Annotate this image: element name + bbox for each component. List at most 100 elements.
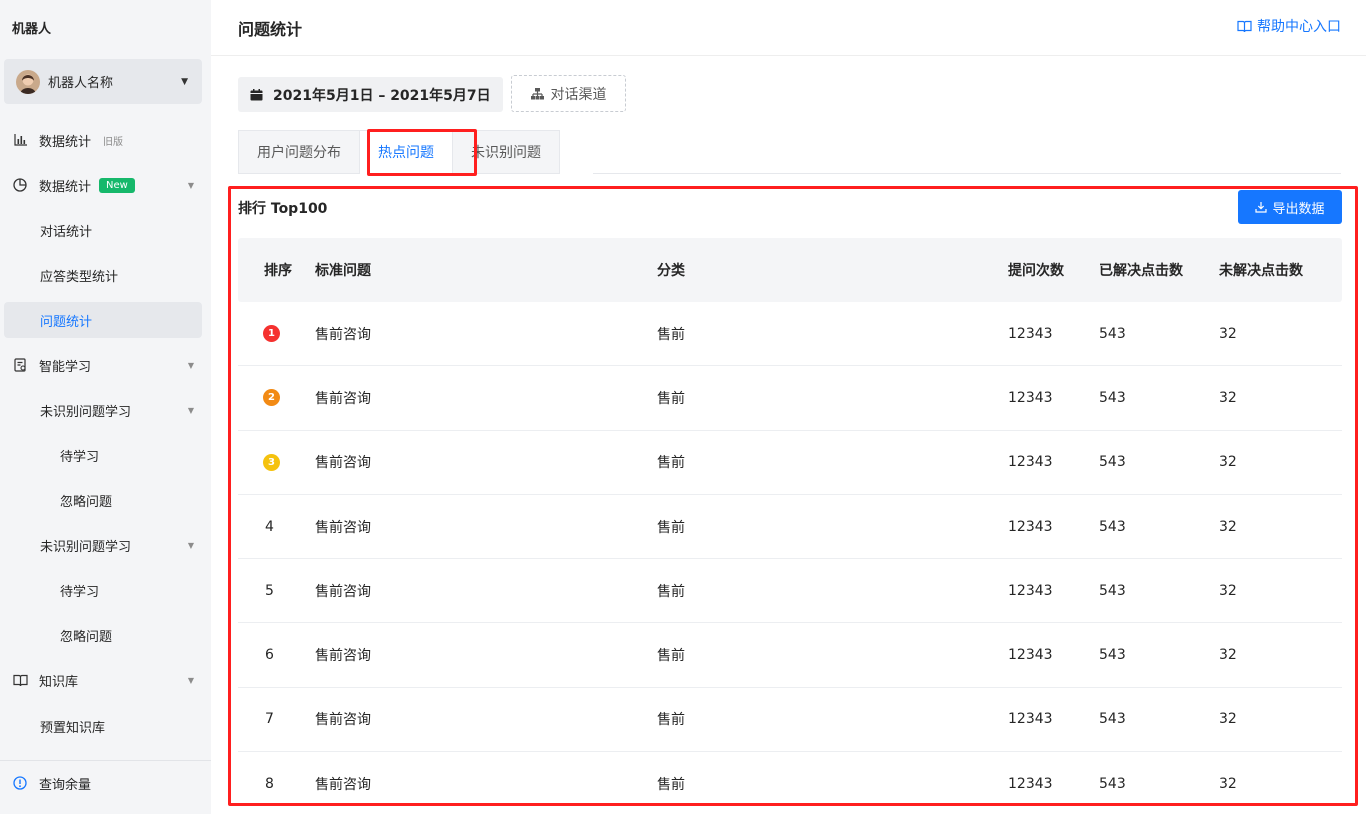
question-cell: 售前咨询 (315, 583, 371, 600)
solved-clicks-cell: 543 (1099, 325, 1126, 342)
sidebar-item-pending[interactable]: 待学习 (0, 437, 211, 473)
sidebar-item-label: 对话统计 (40, 224, 93, 240)
rank-medal-2: 2 (263, 389, 280, 407)
rank-cell: 6 (265, 647, 274, 664)
column-header-ask-count: 提问次数 (1008, 263, 1064, 279)
question-cell: 售前咨询 (315, 519, 371, 536)
export-data-button[interactable]: 导出数据 (1238, 190, 1342, 224)
rank-cell: 7 (265, 711, 274, 728)
unsolved-clicks-cell: 32 (1219, 389, 1237, 406)
table-row[interactable]: 3 售前咨询 售前 12343 543 32 (238, 431, 1342, 495)
solved-clicks-cell: 543 (1099, 711, 1126, 728)
solved-clicks-cell: 543 (1099, 582, 1126, 599)
robot-selector[interactable]: 机器人名称 ▼ (4, 59, 202, 104)
unsolved-clicks-cell: 32 (1219, 518, 1237, 535)
question-cell: 售前咨询 (315, 390, 371, 407)
solved-clicks-cell: 543 (1099, 647, 1126, 664)
unsolved-clicks-cell: 32 (1219, 776, 1237, 793)
question-cell: 售前咨询 (315, 712, 371, 729)
table-row[interactable]: 4 售前咨询 售前 12343 543 32 (238, 495, 1342, 560)
question-cell: 售前咨询 (315, 648, 371, 665)
hierarchy-icon (530, 87, 544, 100)
sidebar-item-conversation-stats[interactable]: 对话统计 (0, 212, 211, 248)
sidebar-item-label: 未识别问题学习 (40, 539, 132, 555)
ask-count-cell: 12343 (1008, 389, 1053, 406)
sidebar-item-stats-new[interactable]: 数据统计 New ▼ (0, 167, 211, 203)
tabs-divider (593, 173, 1341, 174)
channel-filter-button[interactable]: 对话渠道 (511, 75, 626, 112)
sidebar-item-label: 忽略问题 (60, 494, 113, 510)
unsolved-clicks-cell: 32 (1219, 711, 1237, 728)
sidebar-item-question-stats[interactable]: 问题统计 (4, 302, 202, 338)
table-row[interactable]: 5 售前咨询 售前 12343 543 32 (238, 559, 1342, 624)
sidebar-item-label: 预置知识库 (40, 720, 106, 736)
sidebar-item-label: 知识库 (39, 674, 79, 690)
solved-clicks-cell: 543 (1099, 776, 1126, 793)
rank-cell: 4 (265, 518, 274, 535)
table-row[interactable]: 2 售前咨询 售前 12343 543 32 (238, 366, 1342, 431)
category-cell: 售前 (657, 519, 685, 536)
unsolved-clicks-cell: 32 (1219, 325, 1237, 342)
category-cell: 售前 (657, 648, 685, 665)
sidebar-item-query-balance[interactable]: 查询余量 (0, 765, 211, 801)
category-cell: 售前 (657, 712, 685, 729)
hot-questions-table: 排序 标准问题 分类 提问次数 已解决点击数 未解决点击数 1 售前咨询 售前 … (238, 238, 1342, 816)
column-header-unsolved-clicks: 未解决点击数 (1219, 263, 1303, 279)
sidebar-item-ignored[interactable]: 忽略问题 (0, 482, 211, 518)
tab-hot-questions[interactable]: 热点问题 (360, 130, 453, 174)
question-cell: 售前咨询 (315, 777, 371, 794)
date-range-picker[interactable]: 2021年5月1日 – 2021年5月7日 (238, 77, 503, 112)
sidebar-item-label: 智能学习 (39, 359, 92, 375)
caret-down-icon: ▼ (187, 675, 194, 685)
sidebar-item-label: 忽略问题 (60, 629, 113, 645)
channel-filter-label: 对话渠道 (550, 86, 607, 103)
ask-count-cell: 12343 (1008, 647, 1053, 664)
document-icon (12, 358, 28, 372)
sidebar-item-preset-knowledge[interactable]: 预置知识库 (0, 708, 211, 744)
table-row[interactable]: 6 售前咨询 售前 12343 543 32 (238, 623, 1342, 688)
ask-count-cell: 12343 (1008, 776, 1053, 793)
column-header-question: 标准问题 (315, 263, 371, 279)
sidebar-item-knowledge-base[interactable]: 知识库 ▼ (0, 662, 211, 698)
unsolved-clicks-cell: 32 (1219, 647, 1237, 664)
bar-chart-icon (12, 134, 28, 146)
caret-down-icon: ▼ (187, 540, 194, 550)
category-cell: 售前 (657, 777, 685, 794)
new-badge: New (99, 177, 135, 193)
ask-count-cell: 12343 (1008, 711, 1053, 728)
info-icon (12, 776, 28, 790)
sidebar-item-smart-learning[interactable]: 智能学习 ▼ (0, 347, 211, 383)
caret-down-icon: ▼ (181, 76, 188, 87)
unsolved-clicks-cell: 32 (1219, 582, 1237, 599)
caret-down-icon: ▼ (187, 405, 194, 415)
sidebar-item-label: 未识别问题学习 (40, 404, 132, 420)
date-range-value: 2021年5月1日 – 2021年5月7日 (273, 87, 491, 104)
avatar (16, 69, 40, 94)
tab-bar: 用户问题分布 热点问题 未识别问题 (238, 130, 560, 174)
book-icon (1237, 20, 1252, 33)
sidebar-item-pending-2[interactable]: 待学习 (0, 572, 211, 608)
calendar-icon (250, 88, 263, 101)
rank-medal-3: 3 (263, 453, 280, 471)
sidebar-item-unrecognized-learning-2[interactable]: 未识别问题学习 ▼ (0, 527, 211, 563)
tab-user-question-distribution[interactable]: 用户问题分布 (238, 130, 360, 174)
sidebar-item-unrecognized-learning[interactable]: 未识别问题学习 ▼ (0, 392, 211, 428)
sidebar-item-response-type-stats[interactable]: 应答类型统计 (0, 257, 211, 293)
table-row[interactable]: 1 售前咨询 售前 12343 543 32 (238, 302, 1342, 367)
table-row[interactable]: 8 售前咨询 售前 12343 543 32 (238, 752, 1342, 816)
sidebar-item-ignored-2[interactable]: 忽略问题 (0, 617, 211, 653)
table-row[interactable]: 7 售前咨询 售前 12343 543 32 (238, 688, 1342, 753)
solved-clicks-cell: 543 (1099, 518, 1126, 535)
sidebar-item-label: 数据统计 (39, 134, 92, 150)
tab-unrecognized-questions[interactable]: 未识别问题 (453, 130, 560, 174)
ask-count-cell: 12343 (1008, 582, 1053, 599)
ask-count-cell: 12343 (1008, 325, 1053, 342)
help-center-link[interactable]: 帮助中心入口 (1237, 16, 1341, 36)
category-cell: 售前 (657, 583, 685, 600)
ranking-title: 排行 Top100 (238, 201, 328, 217)
table-header: 排序 标准问题 分类 提问次数 已解决点击数 未解决点击数 (238, 238, 1342, 302)
robot-name: 机器人名称 (48, 76, 114, 91)
sidebar-item-label: 待学习 (60, 584, 100, 600)
unsolved-clicks-cell: 32 (1219, 454, 1237, 471)
sidebar-item-stats-old[interactable]: 数据统计 旧版 (0, 122, 211, 158)
